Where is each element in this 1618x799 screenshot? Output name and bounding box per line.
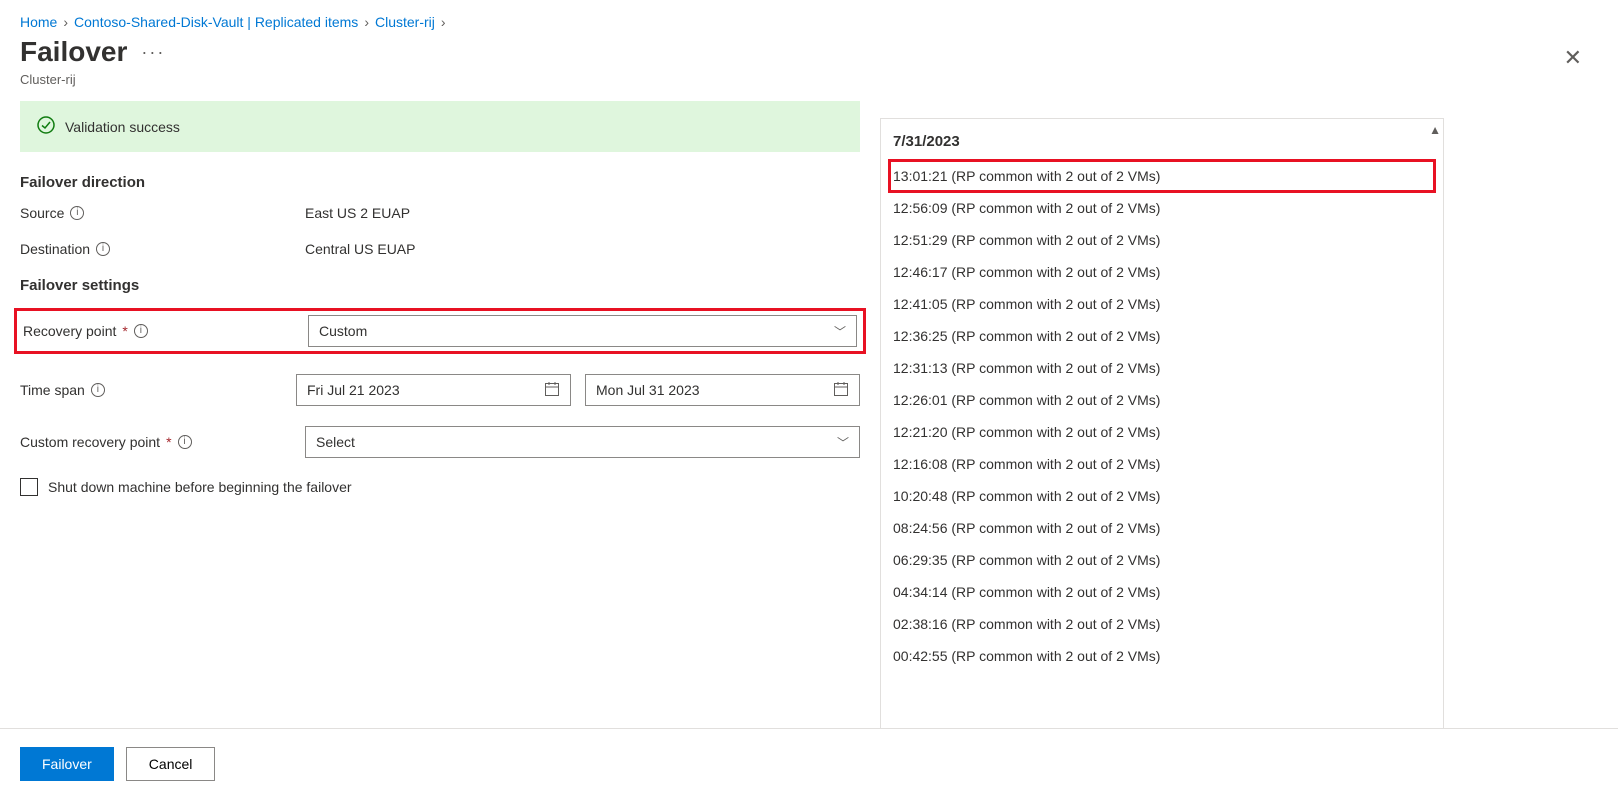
info-icon[interactable]: i <box>91 383 105 397</box>
info-icon[interactable]: i <box>178 435 192 449</box>
custom-recovery-point-value: Select <box>316 434 355 450</box>
recovery-point-dropdown-panel: ▲ 7/31/2023 13:01:21 (RP common with 2 o… <box>880 118 1444 758</box>
recovery-point-option[interactable]: 12:31:13 (RP common with 2 out of 2 VMs) <box>889 352 1435 384</box>
shutdown-checkbox[interactable] <box>20 478 38 496</box>
time-span-label: Time span <box>20 382 85 398</box>
info-icon[interactable]: i <box>134 324 148 338</box>
chevron-down-icon: ﹀ <box>834 323 846 340</box>
close-button[interactable]: ✕ <box>1558 44 1588 72</box>
validation-banner: Validation success <box>20 101 860 152</box>
recovery-point-option[interactable]: 08:24:56 (RP common with 2 out of 2 VMs) <box>889 512 1435 544</box>
check-circle-icon <box>37 116 55 137</box>
recovery-point-option[interactable]: 12:41:05 (RP common with 2 out of 2 VMs) <box>889 288 1435 320</box>
footer: Failover Cancel <box>0 728 1618 799</box>
required-marker: * <box>122 323 127 339</box>
time-span-start-input[interactable]: Fri Jul 21 2023 <box>296 374 571 406</box>
custom-recovery-point-label: Custom recovery point <box>20 434 160 450</box>
required-marker: * <box>166 434 171 450</box>
failover-button[interactable]: Failover <box>20 747 114 781</box>
recovery-point-option[interactable]: 04:34:14 (RP common with 2 out of 2 VMs) <box>889 576 1435 608</box>
custom-recovery-point-select[interactable]: Select ﹀ <box>305 426 860 458</box>
info-icon[interactable]: i <box>96 242 110 256</box>
recovery-point-list[interactable]: 7/31/2023 13:01:21 (RP common with 2 out… <box>881 119 1443 757</box>
breadcrumb-cluster[interactable]: Cluster-rij <box>375 14 435 30</box>
recovery-point-option[interactable]: 00:42:55 (RP common with 2 out of 2 VMs) <box>889 640 1435 672</box>
recovery-point-option[interactable]: 06:29:35 (RP common with 2 out of 2 VMs) <box>889 544 1435 576</box>
validation-message: Validation success <box>65 119 180 135</box>
time-span-end-value: Mon Jul 31 2023 <box>596 382 700 398</box>
time-span-start-value: Fri Jul 21 2023 <box>307 382 400 398</box>
chevron-right-icon: › <box>63 14 68 30</box>
chevron-down-icon: ﹀ <box>837 434 849 451</box>
recovery-point-row-highlight: Recovery point * i Custom ﹀ <box>14 308 866 354</box>
chevron-right-icon: › <box>441 14 446 30</box>
recovery-point-option[interactable]: 13:01:21 (RP common with 2 out of 2 VMs) <box>889 160 1435 192</box>
more-actions-button[interactable]: ··· <box>141 42 165 63</box>
calendar-icon <box>833 381 849 400</box>
shutdown-label: Shut down machine before beginning the f… <box>48 479 352 495</box>
page-title: Failover <box>20 36 127 68</box>
page-subtitle: Cluster-rij <box>0 72 1618 101</box>
recovery-point-date-header: 7/31/2023 <box>889 129 1435 160</box>
source-value: East US 2 EUAP <box>305 205 860 221</box>
calendar-icon <box>544 381 560 400</box>
recovery-point-option[interactable]: 12:21:20 (RP common with 2 out of 2 VMs) <box>889 416 1435 448</box>
recovery-point-select[interactable]: Custom ﹀ <box>308 315 857 347</box>
cancel-button[interactable]: Cancel <box>126 747 216 781</box>
destination-value: Central US EUAP <box>305 241 860 257</box>
recovery-point-option[interactable]: 12:36:25 (RP common with 2 out of 2 VMs) <box>889 320 1435 352</box>
recovery-point-option[interactable]: 02:38:16 (RP common with 2 out of 2 VMs) <box>889 608 1435 640</box>
breadcrumb: Home › Contoso-Shared-Disk-Vault | Repli… <box>0 0 1618 36</box>
section-failover-settings: Failover settings <box>20 277 860 294</box>
destination-label: Destination <box>20 241 90 257</box>
chevron-right-icon: › <box>364 14 369 30</box>
source-label: Source <box>20 205 64 221</box>
recovery-point-option[interactable]: 12:46:17 (RP common with 2 out of 2 VMs) <box>889 256 1435 288</box>
recovery-point-option[interactable]: 12:16:08 (RP common with 2 out of 2 VMs) <box>889 448 1435 480</box>
recovery-point-option[interactable]: 12:56:09 (RP common with 2 out of 2 VMs) <box>889 192 1435 224</box>
section-failover-direction: Failover direction <box>20 174 860 191</box>
recovery-point-option[interactable]: 10:20:48 (RP common with 2 out of 2 VMs) <box>889 480 1435 512</box>
time-span-end-input[interactable]: Mon Jul 31 2023 <box>585 374 860 406</box>
info-icon[interactable]: i <box>70 206 84 220</box>
recovery-point-option[interactable]: 12:51:29 (RP common with 2 out of 2 VMs) <box>889 224 1435 256</box>
recovery-point-label: Recovery point <box>23 323 116 339</box>
recovery-point-value: Custom <box>319 323 367 339</box>
recovery-point-option[interactable]: 12:26:01 (RP common with 2 out of 2 VMs) <box>889 384 1435 416</box>
scroll-up-icon[interactable]: ▲ <box>1429 123 1441 137</box>
breadcrumb-home[interactable]: Home <box>20 14 57 30</box>
close-icon: ✕ <box>1564 45 1582 70</box>
breadcrumb-vault[interactable]: Contoso-Shared-Disk-Vault | Replicated i… <box>74 14 358 30</box>
